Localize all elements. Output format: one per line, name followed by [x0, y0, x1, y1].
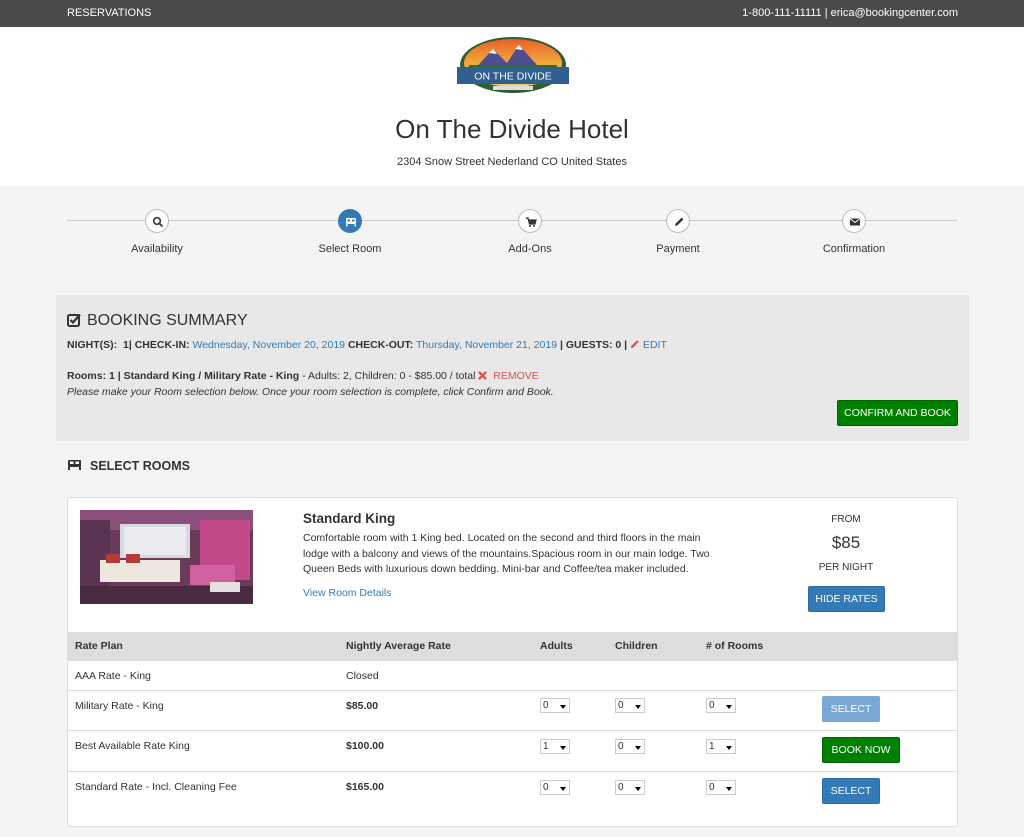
children-select[interactable]: 0 [615, 698, 645, 713]
table-row: Military Rate - King $85.00 0 0 0 SELECT [68, 691, 957, 731]
summary-title-text: BOOKING SUMMARY [87, 312, 248, 329]
checkout-label: CHECK-OUT: [347, 339, 414, 351]
select-button[interactable]: SELECT [822, 778, 880, 804]
rates-table-header: Rate Plan Nightly Average Rate Adults Ch… [68, 632, 957, 661]
select-rooms-title: SELECT ROOMS [90, 459, 191, 473]
price-box: FROM $85 PER NIGHT [786, 514, 906, 573]
remove-label: REMOVE [493, 370, 539, 382]
phone-number[interactable]: 1-800-111-11111 | [742, 7, 827, 19]
room-card: Standard King Comfortable room with 1 Ki… [67, 497, 958, 827]
checkin-date: Wednesday, November 20, 2019 [192, 339, 346, 351]
email-link[interactable]: erica@bookingcenter.com [831, 7, 958, 19]
rate-plan-name: Best Available Rate King [75, 740, 190, 752]
nights-value: 1| [123, 339, 132, 351]
bed-icon [338, 209, 362, 233]
col-num-rooms: # of Rooms [706, 640, 764, 652]
rate-plan-name: Military Rate - King [75, 700, 164, 712]
cart-icon [518, 209, 542, 233]
hide-rates-button[interactable]: HIDE RATES [808, 586, 885, 612]
price-from-label: FROM [831, 514, 861, 525]
step-label: Add-Ons [508, 243, 552, 255]
adults-select[interactable]: 0 [540, 698, 570, 713]
pencil-icon [630, 340, 639, 349]
rate-value: $100.00 [346, 740, 384, 752]
top-bar: RESERVATIONS 1-800-111-11111 | erica@boo… [0, 0, 1024, 27]
rooms-select[interactable]: 0 [706, 780, 736, 795]
rate-plan-name: AAA Rate - King [75, 670, 151, 682]
hotel-address: 2304 Snow Street Nederland CO United Sta… [397, 156, 627, 168]
hotel-header: ON THE DIVIDE On The Divide Hotel 2304 S… [0, 27, 1024, 186]
checkout-date: Thursday, November 21, 2019 [416, 339, 558, 351]
price-amount: $85 [831, 533, 861, 552]
confirm-and-book-button[interactable]: CONFIRM AND BOOK [837, 400, 958, 426]
remove-link[interactable]: REMOVE [478, 370, 539, 382]
step-availability[interactable]: Availability [97, 207, 217, 255]
rate-value: $85.00 [346, 700, 379, 712]
rate-value: Closed [346, 670, 379, 682]
select-button[interactable]: SELECT [822, 696, 880, 722]
step-select-room[interactable]: Select Room [290, 207, 410, 255]
contact-info: 1-800-111-11111 | erica@bookingcenter.co… [742, 7, 958, 19]
checkin-label: CHECK-IN: [134, 339, 190, 351]
summary-dates: NIGHT(S): 1| CHECK-IN: Wednesday, Novemb… [67, 339, 667, 351]
table-row: AAA Rate - King Closed [68, 661, 957, 691]
summary-rooms: Rooms: 1 | Standard King / Military Rate… [67, 370, 539, 382]
edit-label: EDIT [642, 339, 667, 351]
nights-label: NIGHT(S): [67, 339, 118, 351]
step-label: Availability [131, 243, 183, 255]
search-icon [145, 209, 169, 233]
col-rate-plan: Rate Plan [75, 640, 123, 652]
book-now-button[interactable]: BOOK NOW [822, 737, 900, 763]
reservations-label: RESERVATIONS [67, 7, 152, 19]
table-row: Best Available Rate King $100.00 1 0 1 B… [68, 731, 957, 772]
adults-select[interactable]: 1 [540, 739, 570, 754]
pencil-icon [666, 209, 690, 233]
rate-plan-name: Standard Rate - Incl. Cleaning Fee [75, 781, 237, 793]
envelope-icon [842, 209, 866, 233]
room-photo[interactable] [80, 510, 253, 604]
step-label: Payment [656, 243, 700, 255]
view-room-details-link[interactable]: View Room Details [303, 587, 392, 599]
adults-select[interactable]: 0 [540, 780, 570, 795]
guests-label: | GUESTS: 0 | [559, 339, 628, 351]
checkbox-icon [67, 313, 81, 327]
per-night-label: PER NIGHT [818, 562, 874, 573]
rooms-select[interactable]: 0 [706, 698, 736, 713]
children-select[interactable]: 0 [615, 739, 645, 754]
booking-summary-title: BOOKING SUMMARY [67, 312, 248, 330]
booking-progress-steps: Availability Select Room Add-Ons Payment… [67, 207, 957, 257]
step-label: Confirmation [822, 243, 886, 255]
step-payment[interactable]: Payment [618, 207, 738, 255]
room-description: Comfortable room with 1 King bed. Locate… [303, 532, 710, 575]
rooms-summary-bold: Rooms: 1 | Standard King / Military Rate… [67, 370, 300, 382]
rate-value: $165.00 [346, 781, 384, 793]
step-confirmation[interactable]: Confirmation [794, 207, 914, 255]
select-rooms-heading: SELECT ROOMS [67, 458, 190, 473]
remove-icon [478, 371, 488, 380]
col-children: Children [615, 640, 658, 652]
children-select[interactable]: 0 [615, 780, 645, 795]
rooms-summary-details: - Adults: 2, Children: 0 - $85.00 / tota… [299, 370, 479, 382]
logo-text: ON THE DIVIDE [474, 71, 551, 83]
hotel-name: On The Divide Hotel [395, 114, 629, 144]
col-nightly-rate: Nightly Average Rate [346, 640, 451, 652]
booking-summary: BOOKING SUMMARY NIGHT(S): 1| CHECK-IN: W… [56, 295, 969, 441]
edit-link[interactable]: EDIT [630, 339, 667, 351]
bed-icon [68, 460, 81, 470]
table-row: Standard Rate - Incl. Cleaning Fee $165.… [68, 772, 957, 814]
summary-note: Please make your Room selection below. O… [67, 386, 554, 398]
room-name: Standard King [303, 511, 396, 526]
hotel-logo[interactable]: ON THE DIVIDE [457, 35, 569, 95]
col-adults: Adults [540, 640, 573, 652]
step-label: Select Room [318, 243, 382, 255]
step-add-ons[interactable]: Add-Ons [470, 207, 590, 255]
rooms-select[interactable]: 1 [706, 739, 736, 754]
